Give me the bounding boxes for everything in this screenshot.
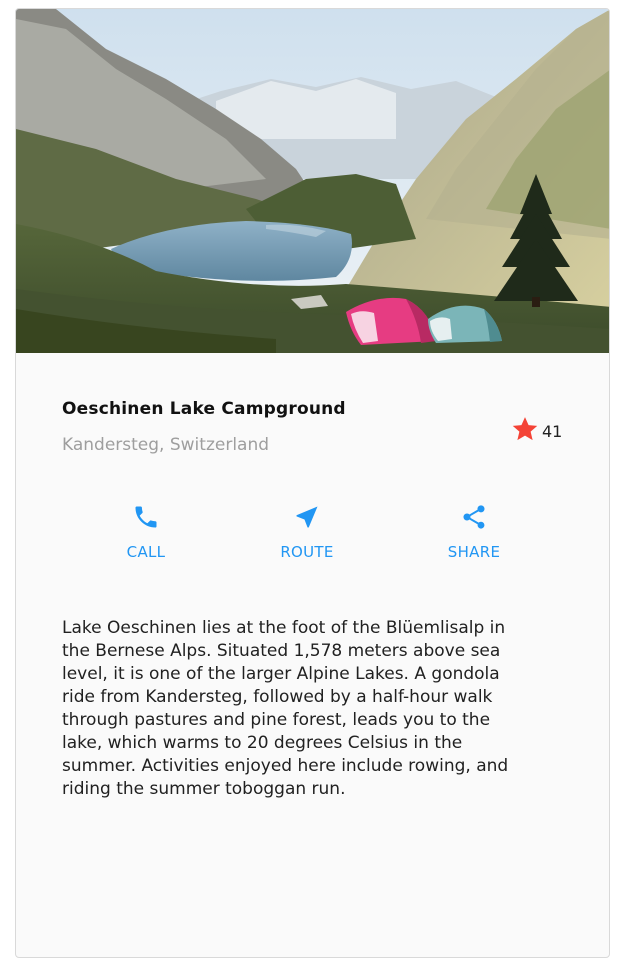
favorite-count: 41 xyxy=(542,421,563,441)
action-buttons: CALL ROUTE SHARE xyxy=(16,501,609,571)
title-section: Oeschinen Lake Campground Kandersteg, Sw… xyxy=(62,399,582,469)
phone-icon[interactable] xyxy=(130,501,162,533)
share-icon[interactable] xyxy=(458,501,490,533)
star-icon[interactable] xyxy=(510,414,540,448)
lake-photo xyxy=(16,9,609,353)
description-text: Lake Oeschinen lies at the foot of the B… xyxy=(62,618,509,799)
favorite-toggle[interactable]: 41 xyxy=(510,417,562,445)
route-label: ROUTE xyxy=(280,543,334,561)
route-button[interactable]: ROUTE xyxy=(247,501,367,571)
place-title: Oeschinen Lake Campground xyxy=(62,399,346,419)
call-button[interactable]: CALL xyxy=(86,501,206,571)
share-label: SHARE xyxy=(447,543,501,561)
place-location: Kandersteg, Switzerland xyxy=(62,435,270,455)
app-screen: Oeschinen Lake Campground Kandersteg, Sw… xyxy=(15,8,610,958)
share-button[interactable]: SHARE xyxy=(414,501,534,571)
call-label: CALL xyxy=(126,543,166,561)
near-me-icon[interactable] xyxy=(291,501,323,533)
